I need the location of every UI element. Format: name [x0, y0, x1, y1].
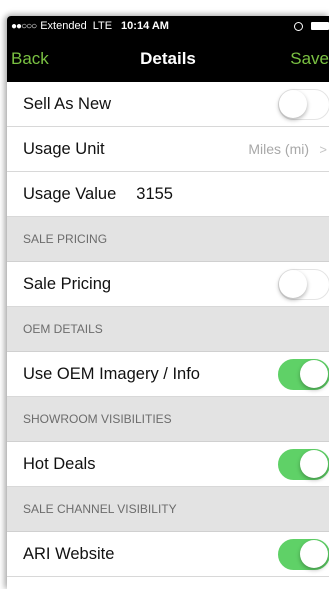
sell-as-new-toggle[interactable]	[278, 89, 329, 120]
usage-unit-value: Miles (mi)	[248, 141, 309, 157]
toggle-knob	[300, 450, 328, 478]
navigation-bar: Back Details Save	[7, 36, 329, 82]
use-oem-label: Use OEM Imagery / Info	[23, 364, 200, 383]
phone-screen: ●●○○○ Extended LTE 10:14 AM Back Details…	[7, 16, 329, 589]
ari-website-toggle[interactable]	[278, 539, 329, 570]
sale-pricing-label: Sale Pricing	[23, 274, 112, 293]
toggle-knob	[300, 360, 328, 388]
hot-deals-row: Hot Deals	[7, 442, 329, 487]
toggle-knob	[279, 90, 307, 118]
section-header-sale-channel-visibility: SALE CHANNEL VISIBILITY	[7, 487, 329, 532]
usage-value-row: Usage Value 3155	[7, 172, 329, 217]
chevron-right-icon: >	[319, 141, 327, 157]
section-header-oem-details: OEM DETAILS	[7, 307, 329, 352]
sale-pricing-row: Sale Pricing	[7, 262, 329, 307]
sell-as-new-label: Sell As New	[23, 94, 112, 113]
use-oem-row: Use OEM Imagery / Info	[7, 352, 329, 397]
usage-value-label: Usage Value	[23, 184, 117, 203]
usage-unit-row[interactable]: Usage Unit Miles (mi) >	[7, 127, 329, 172]
toggle-knob	[279, 270, 307, 298]
signal-strength-icon: ●●○○○	[11, 20, 37, 32]
usage-unit-label: Usage Unit	[23, 139, 105, 158]
section-header-showroom-visibilities: SHOWROOM VISIBILITIES	[7, 397, 329, 442]
carrier-name: Extended	[40, 20, 87, 32]
section-header-sale-pricing: SALE PRICING	[7, 217, 329, 262]
battery-icon	[311, 22, 329, 30]
toggle-knob	[300, 540, 328, 568]
sale-pricing-toggle[interactable]	[278, 269, 329, 300]
details-list: Sell As New Usage Unit Miles (mi) > Usag…	[7, 82, 329, 577]
status-bar: ●●○○○ Extended LTE 10:14 AM	[7, 16, 329, 36]
ari-website-row: ARI Website	[7, 532, 329, 577]
hot-deals-label: Hot Deals	[23, 454, 96, 473]
alarm-clock-icon	[294, 21, 303, 31]
status-time: 10:14 AM	[121, 20, 169, 32]
hot-deals-toggle[interactable]	[278, 449, 329, 480]
page-title: Details	[140, 49, 196, 68]
network-type: LTE	[92, 20, 113, 32]
usage-value-field[interactable]: 3155	[136, 185, 173, 204]
use-oem-toggle[interactable]	[278, 359, 329, 390]
save-button[interactable]: Save	[290, 49, 329, 69]
sell-as-new-row: Sell As New	[7, 82, 329, 127]
ari-website-label: ARI Website	[23, 544, 115, 563]
